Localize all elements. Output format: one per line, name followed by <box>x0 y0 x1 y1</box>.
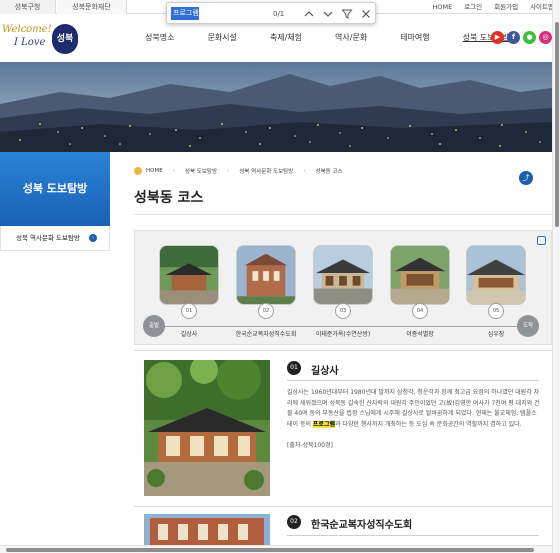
spot-divider <box>287 535 539 536</box>
top-links: HOME 로그인 회원가입 사이트맵 <box>426 0 560 14</box>
facebook-icon[interactable]: f <box>507 31 520 44</box>
find-count: 0/1 <box>273 10 285 18</box>
course-map: 출발 도착 01 길상사 02 한국순교복자성직수도회 03 이태준가옥(수연산… <box>134 230 552 345</box>
horizontal-scrollbar[interactable] <box>0 545 552 553</box>
scroll-thumb[interactable] <box>6 548 534 552</box>
hero-banner <box>0 62 552 152</box>
stop-photo <box>236 245 296 305</box>
spot-number: 02 <box>287 515 301 529</box>
tab-seongbuk-office[interactable]: 성북구청 <box>0 0 56 14</box>
course-stop[interactable]: 05 심우장 <box>466 245 526 338</box>
share-icon[interactable]: ⤴ <box>519 171 533 185</box>
stop-number: 05 <box>488 303 504 319</box>
instagram-icon[interactable]: ◎ <box>539 31 552 44</box>
login-link[interactable]: 로그인 <box>458 0 488 14</box>
breadcrumb: HOME › 성북 도보탐방 › 성북 역사문화 도보탐방 › 성북동 코스 <box>134 167 343 175</box>
logo-mark: 성북 <box>52 24 78 54</box>
close-icon[interactable] <box>360 8 372 20</box>
stop-photo <box>466 245 526 305</box>
find-input[interactable]: 프로그램 <box>171 7 199 20</box>
spot-name: 길상사 <box>311 366 339 377</box>
spot-description: 길상사는 1960년대부터 1980년대 말까지 삼청각, 청운각과 함께 최고… <box>287 389 540 428</box>
breadcrumb-current: 성북동 코스 <box>315 169 343 175</box>
breadcrumb-home[interactable]: HOME <box>146 168 163 174</box>
youtube-icon[interactable]: ▶ <box>491 31 504 44</box>
vertical-scrollbar[interactable] <box>552 0 560 553</box>
stop-name: 심우장 <box>487 331 505 338</box>
breadcrumb-walking-tour[interactable]: 성북 도보탐방 <box>185 167 217 175</box>
course-stop[interactable]: 03 이태준가옥(수연산방) <box>313 245 373 338</box>
spot-source: [출처-성북100경] <box>287 442 333 449</box>
course-stop[interactable]: 04 이종석별장 <box>390 245 450 338</box>
find-bar: 프로그램 0/1 <box>166 2 376 24</box>
spot-divider <box>287 380 539 381</box>
site-logo[interactable]: Welcome! I Love 성북 <box>2 22 80 56</box>
expand-icon[interactable] <box>537 236 546 245</box>
spot-photo <box>144 514 270 545</box>
home-icon <box>134 167 142 175</box>
home-link[interactable]: HOME <box>426 0 458 14</box>
search-highlight: 프로그램 <box>312 420 335 428</box>
sidebar-title: 성북 도보탐방 <box>0 152 110 226</box>
logo-welcome: Welcome! <box>2 24 52 35</box>
social-links: ▶ f ● ◎ <box>491 31 555 44</box>
nav-item-theme-travel[interactable]: 테마여행 <box>400 14 429 62</box>
title-divider <box>134 214 552 215</box>
sidebar-item-history-walk[interactable]: 성북 역사문화 도보탐방 › <box>0 226 110 251</box>
kakao-icon[interactable]: ● <box>523 31 536 44</box>
stop-photo <box>313 245 373 305</box>
filter-icon[interactable] <box>341 8 353 20</box>
item-divider <box>134 506 552 507</box>
tab-seongbuk-foundation[interactable]: 성북문화재단 <box>57 0 127 14</box>
stop-number: 02 <box>258 303 274 319</box>
stop-number: 03 <box>335 303 351 319</box>
breadcrumb-separator-icon: › <box>303 168 306 174</box>
item-divider <box>134 350 552 351</box>
logo-i-love: I Love <box>14 37 46 48</box>
sidebar-item-label: 성북 역사문화 도보탐방 <box>16 234 80 242</box>
spot-name: 한국순교복자성직수도회 <box>311 520 413 531</box>
course-stop[interactable]: 01 길상사 <box>159 245 219 338</box>
stop-number: 04 <box>412 303 428 319</box>
stop-photo <box>159 245 219 305</box>
chevron-up-icon[interactable] <box>303 8 315 20</box>
chevron-right-icon: › <box>89 234 97 242</box>
signup-link[interactable]: 회원가입 <box>488 0 524 14</box>
page-title: 성북동 코스 <box>134 190 204 206</box>
spot-photo <box>144 360 270 496</box>
breadcrumb-history-walk[interactable]: 성북 역사문화 도보탐방 <box>239 167 293 175</box>
breadcrumb-separator-icon: › <box>227 168 230 174</box>
scroll-thumb[interactable] <box>555 22 559 227</box>
breadcrumb-separator-icon: › <box>172 168 175 174</box>
course-stop[interactable]: 02 한국순교복자성직수도회 <box>236 245 296 338</box>
stop-number: 01 <box>181 303 197 319</box>
spot-number: 01 <box>287 361 301 375</box>
stop-photo <box>390 245 450 305</box>
chevron-down-icon[interactable] <box>322 8 334 20</box>
